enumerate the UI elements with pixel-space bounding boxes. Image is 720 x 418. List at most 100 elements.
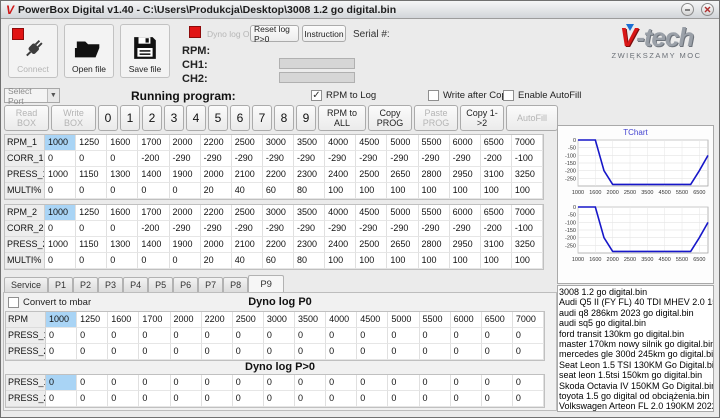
table-cell[interactable]: 0 [512, 391, 544, 407]
file-list-item[interactable]: master 170km nowy silnik go digital.bin [559, 339, 713, 349]
table-cell[interactable]: 2650 [387, 167, 419, 183]
table-cell[interactable]: -290 [231, 221, 263, 237]
table-cell[interactable]: 0 [169, 183, 201, 199]
table-cell[interactable]: 6000 [449, 135, 481, 151]
program-number-button[interactable]: 3 [164, 105, 184, 131]
table-cell[interactable]: 0 [108, 344, 140, 360]
table-cell[interactable]: 2950 [449, 167, 481, 183]
table-cell[interactable]: -290 [356, 221, 388, 237]
tab[interactable]: P9 [248, 275, 285, 292]
table-cell[interactable]: 0 [232, 328, 264, 344]
table-cell[interactable]: 100 [418, 183, 450, 199]
tab[interactable]: P8 [223, 277, 249, 292]
table-cell[interactable]: 7000 [511, 135, 543, 151]
table-cell[interactable]: 0 [388, 375, 420, 391]
file-list-item[interactable]: Audi Q5 II (FY FL) 40 TDI MHEV 2.0 150kW… [559, 297, 713, 307]
table-cell[interactable]: 0 [107, 183, 139, 199]
table-cell[interactable]: 100 [480, 253, 512, 269]
table-cell[interactable]: 0 [108, 328, 140, 344]
table-cell[interactable]: -290 [387, 221, 419, 237]
save-file-button[interactable]: Save file [120, 24, 170, 78]
table-cell[interactable]: 5500 [418, 135, 450, 151]
file-list-item[interactable]: ford transit 130km go digital.bin [559, 329, 713, 339]
table-cell[interactable]: 0 [170, 375, 202, 391]
table-cell[interactable]: 4500 [356, 205, 388, 221]
table-cell[interactable]: 1000 [45, 167, 77, 183]
table-cell[interactable]: 1700 [139, 312, 171, 328]
table-cell[interactable]: 100 [325, 183, 357, 199]
table-cell[interactable]: 3500 [295, 312, 327, 328]
file-list-item[interactable]: audi sq5 go digital.bin [559, 318, 713, 328]
tab[interactable]: P2 [73, 277, 99, 292]
close-button[interactable] [701, 3, 714, 16]
table-cell[interactable]: 2200 [200, 135, 232, 151]
program-number-button[interactable]: 8 [274, 105, 294, 131]
table-cell[interactable]: -200 [138, 221, 170, 237]
table-cell[interactable]: 100 [480, 183, 512, 199]
program-number-button[interactable]: 5 [208, 105, 228, 131]
table-cell[interactable]: 0 [232, 391, 264, 407]
connect-button[interactable]: Connect [8, 24, 58, 78]
table-cell[interactable]: 0 [326, 328, 358, 344]
table-cell[interactable]: 0 [326, 375, 358, 391]
table-cell[interactable]: 2200 [262, 167, 294, 183]
table-cell[interactable]: 0 [107, 221, 139, 237]
table-cell[interactable]: 2200 [201, 312, 233, 328]
table-cell[interactable]: 3500 [294, 205, 326, 221]
table-cell[interactable]: 1250 [76, 205, 108, 221]
write-box-button[interactable]: Write BOX [51, 105, 96, 131]
table-cell[interactable]: 2000 [200, 237, 232, 253]
table-cell[interactable]: 0 [388, 344, 420, 360]
table-cell[interactable]: 1400 [138, 237, 170, 253]
table-cell[interactable]: 0 [45, 183, 77, 199]
table-cell[interactable]: 0 [450, 391, 482, 407]
table-cell[interactable]: 1150 [76, 237, 108, 253]
instruction-button[interactable]: Instruction [302, 25, 346, 42]
table-cell[interactable]: 0 [77, 375, 109, 391]
table-cell[interactable]: 6000 [449, 205, 481, 221]
table-cell[interactable]: 0 [357, 391, 389, 407]
table-cell[interactable]: 0 [46, 344, 78, 360]
table-cell[interactable]: 0 [388, 391, 420, 407]
table-cell[interactable]: -290 [294, 221, 326, 237]
table-cell[interactable]: 2000 [170, 312, 202, 328]
table-cell[interactable]: 0 [201, 375, 233, 391]
table-cell[interactable]: 3000 [262, 205, 294, 221]
table-cell[interactable]: 2500 [356, 167, 388, 183]
program-number-button[interactable]: 0 [98, 105, 118, 131]
table-cell[interactable]: 0 [512, 375, 544, 391]
program-number-button[interactable]: 1 [120, 105, 140, 131]
table-cell[interactable]: 0 [76, 183, 108, 199]
table-cell[interactable]: 0 [450, 375, 482, 391]
table-cell[interactable]: 0 [108, 391, 140, 407]
table-cell[interactable]: 0 [108, 375, 140, 391]
table-cell[interactable]: 40 [231, 253, 263, 269]
dyno-log-on-button[interactable]: Dyno log ON [207, 29, 256, 39]
table-cell[interactable]: 3500 [294, 135, 326, 151]
tab[interactable]: P4 [123, 277, 149, 292]
table-cell[interactable]: 100 [387, 183, 419, 199]
ch1-value-field[interactable] [279, 58, 355, 69]
table-cell[interactable]: 2000 [169, 135, 201, 151]
table-cell[interactable]: 1000 [45, 135, 77, 151]
table-cell[interactable]: 2650 [387, 237, 419, 253]
table-cell[interactable]: 0 [201, 344, 233, 360]
file-list-item[interactable]: audi q8 286km 2023 go digital.bin [559, 308, 713, 318]
table-cell[interactable]: 2100 [231, 167, 263, 183]
table-cell[interactable]: 80 [294, 253, 326, 269]
table-cell[interactable]: 2300 [294, 167, 326, 183]
table-cell[interactable]: 0 [76, 221, 108, 237]
table-cell[interactable]: 2000 [200, 167, 232, 183]
table-cell[interactable]: 0 [232, 344, 264, 360]
table-cell[interactable]: 2400 [325, 167, 357, 183]
table-cell[interactable]: -290 [449, 151, 481, 167]
tab[interactable]: P3 [98, 277, 124, 292]
file-list-item[interactable]: Seat Leon 1.5 TSI 130KM Go Digital.bin [559, 360, 713, 370]
table-cell[interactable]: 2800 [418, 237, 450, 253]
table-cell[interactable]: 2500 [231, 205, 263, 221]
table-cell[interactable]: 0 [357, 328, 389, 344]
table-cell[interactable]: 0 [201, 391, 233, 407]
table-cell[interactable]: 0 [295, 391, 327, 407]
table-cell[interactable]: 7000 [512, 312, 544, 328]
minimize-button[interactable] [681, 3, 694, 16]
